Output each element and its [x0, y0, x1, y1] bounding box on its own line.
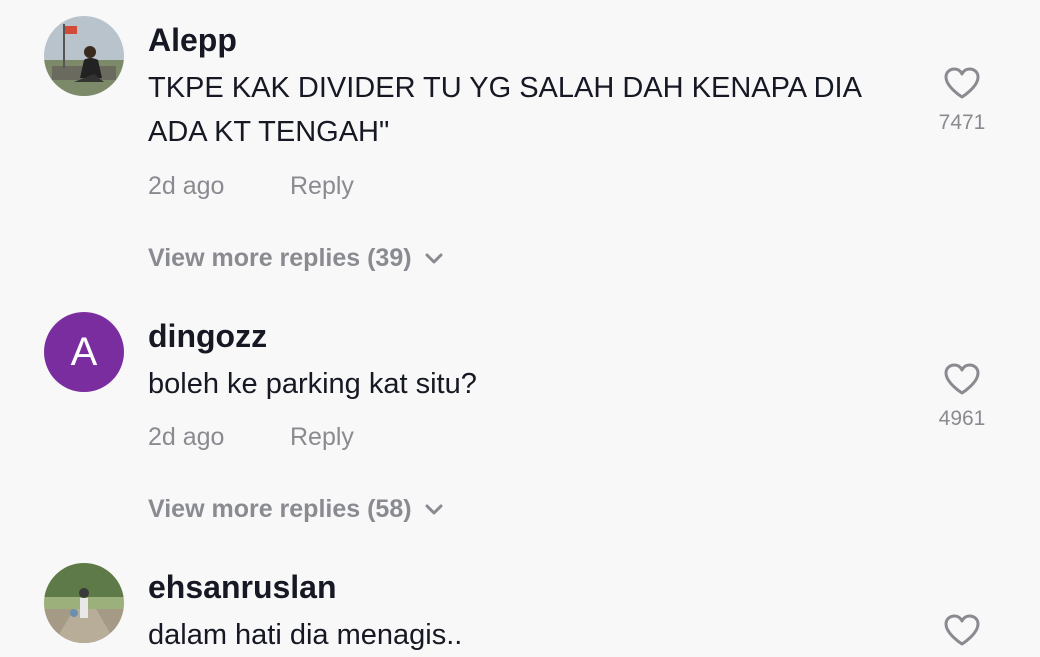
timestamp: 2d ago [148, 423, 225, 451]
avatar[interactable] [44, 16, 124, 96]
like-button[interactable]: 4961 [932, 362, 992, 431]
avatar[interactable]: A [44, 312, 124, 392]
timestamp: 2d ago [148, 172, 225, 200]
avatar[interactable] [44, 563, 124, 643]
comment-meta: 2d ago Reply [148, 423, 354, 452]
comment-text: dalam hati dia menagis.. [148, 619, 463, 651]
reply-button[interactable]: Reply [290, 423, 354, 452]
heart-outline-icon [944, 363, 980, 395]
reply-button[interactable]: Reply [290, 172, 354, 201]
username[interactable]: dingozz [148, 318, 267, 355]
like-button[interactable]: 7471 [932, 66, 992, 135]
username[interactable]: ehsanruslan [148, 569, 337, 606]
comment-text: boleh ke parking kat situ? [148, 368, 477, 400]
like-count: 4961 [938, 407, 986, 430]
view-more-replies-button[interactable]: View more replies (58) [148, 495, 444, 524]
comment-meta: 2d ago Reply [148, 172, 354, 201]
heart-outline-icon [944, 67, 980, 99]
view-more-replies-button[interactable]: View more replies (39) [148, 244, 444, 273]
chevron-down-icon [425, 504, 443, 515]
view-more-replies-label: View more replies (39) [148, 244, 412, 272]
like-button[interactable] [932, 613, 992, 652]
username[interactable]: Alepp [148, 22, 237, 59]
view-more-replies-label: View more replies (58) [148, 495, 412, 523]
like-count: 7471 [938, 111, 986, 134]
heart-outline-icon [944, 614, 980, 646]
chevron-down-icon [425, 253, 443, 264]
comment-text: TKPE KAK DIVIDER TU YG SALAH DAH KENAPA … [148, 72, 861, 148]
